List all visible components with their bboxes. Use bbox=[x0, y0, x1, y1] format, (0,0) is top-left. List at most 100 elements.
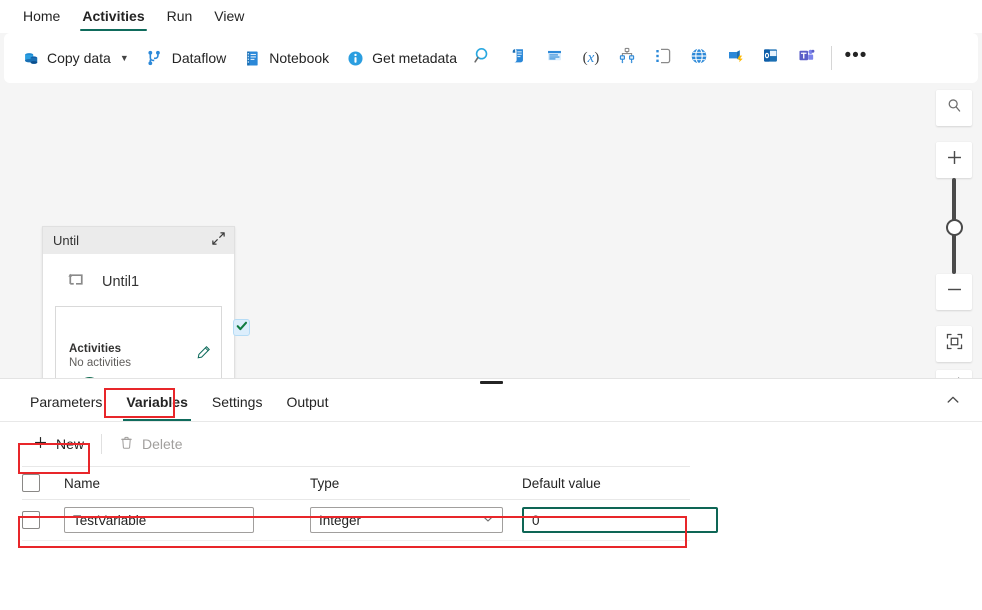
until-loop-icon bbox=[65, 268, 88, 296]
menu-item-activities[interactable]: Activities bbox=[71, 0, 155, 33]
toolbar-divider bbox=[831, 46, 832, 70]
collapse-diagonal-icon[interactable] bbox=[211, 231, 226, 251]
zoom-in-button[interactable] bbox=[936, 142, 972, 178]
toolbar-label-get-metadata: Get metadata bbox=[372, 50, 457, 66]
toolbar-button-lookup[interactable] bbox=[465, 41, 501, 75]
cell-variable-type: Integer bbox=[310, 507, 522, 533]
menu-item-view[interactable]: View bbox=[203, 0, 255, 33]
valid-check-icon bbox=[236, 319, 248, 337]
toolbar-button-web[interactable] bbox=[681, 41, 717, 75]
variable-default-value-input[interactable] bbox=[522, 507, 718, 533]
toolbar-button-dataflow[interactable]: Dataflow bbox=[137, 41, 234, 75]
variable-type-dropdown[interactable]: Integer bbox=[310, 507, 503, 533]
canvas-search-button[interactable] bbox=[936, 90, 972, 126]
variable-type-value: Integer bbox=[319, 513, 482, 528]
plus-icon bbox=[945, 148, 964, 172]
delete-variable-label: Delete bbox=[142, 436, 182, 452]
pencil-icon[interactable] bbox=[196, 345, 211, 365]
chevron-down-icon bbox=[482, 513, 494, 528]
column-header-default-value: Default value bbox=[522, 476, 732, 491]
activities-toolbar: Copy data ▼ Dataflow bbox=[4, 33, 978, 83]
until-activity-name: Until1 bbox=[102, 274, 139, 290]
panel-collapse-button[interactable] bbox=[938, 388, 968, 416]
ellipsis-icon: ••• bbox=[845, 46, 868, 71]
table-row: Integer bbox=[22, 500, 690, 541]
menu-bar: Home Activities Run View bbox=[0, 0, 982, 33]
magnifier-icon bbox=[946, 97, 963, 119]
toolbar-label-copy-data: Copy data bbox=[47, 50, 111, 66]
tab-output[interactable]: Output bbox=[274, 384, 340, 421]
toolbar-label-dataflow: Dataflow bbox=[172, 50, 226, 66]
select-all-checkbox[interactable] bbox=[22, 474, 40, 492]
cell-variable-name bbox=[64, 507, 310, 533]
zoom-slider[interactable] bbox=[936, 178, 972, 274]
menu-item-run[interactable]: Run bbox=[156, 0, 204, 33]
toolbar-button-notebook[interactable]: Notebook bbox=[234, 41, 337, 75]
variables-table-header: Name Type Default value bbox=[22, 466, 690, 500]
get-metadata-icon bbox=[345, 48, 365, 68]
switch-icon bbox=[617, 46, 637, 71]
column-header-type: Type bbox=[310, 476, 522, 491]
variable-name-input[interactable] bbox=[64, 507, 254, 533]
variables-command-bar: New Delete bbox=[0, 422, 982, 466]
toolbar-button-foreach[interactable] bbox=[645, 41, 681, 75]
teams-icon bbox=[797, 46, 816, 70]
toolbar-button-office-365-outlook[interactable] bbox=[753, 41, 789, 75]
notebook-icon bbox=[242, 48, 262, 68]
tab-variables[interactable]: Variables bbox=[114, 384, 200, 421]
stored-procedure-icon bbox=[545, 46, 564, 70]
delete-variable-button[interactable]: Delete bbox=[108, 430, 193, 459]
foreach-icon bbox=[653, 46, 673, 71]
toolbar-button-stored-procedure[interactable] bbox=[537, 41, 573, 75]
set-variable-fx-icon: (x) bbox=[583, 49, 600, 67]
toolbar-button-set-variable[interactable]: (x) bbox=[573, 41, 609, 75]
no-activities-label: No activities bbox=[69, 357, 131, 369]
menu-item-home[interactable]: Home bbox=[12, 0, 71, 33]
toolbar-label-notebook: Notebook bbox=[269, 50, 329, 66]
until-activity-row[interactable]: Until1 bbox=[53, 264, 224, 306]
until-container-card[interactable]: Until Un bbox=[42, 226, 235, 378]
toolbar-button-teams[interactable] bbox=[789, 41, 825, 75]
zoom-out-button[interactable] bbox=[936, 274, 972, 310]
tab-settings[interactable]: Settings bbox=[200, 384, 275, 421]
cell-default-value bbox=[522, 507, 732, 533]
panel-tab-bar: Parameters Variables Settings Output bbox=[0, 384, 982, 422]
toolbar-button-switch[interactable] bbox=[609, 41, 645, 75]
trash-icon bbox=[119, 435, 134, 453]
toolbar-button-webhook[interactable] bbox=[717, 41, 753, 75]
script-icon bbox=[509, 46, 528, 70]
select-all-cell bbox=[22, 474, 64, 492]
outlook-icon bbox=[761, 46, 780, 70]
new-variable-button[interactable]: New bbox=[22, 430, 95, 459]
canvas-zoom-controls bbox=[930, 90, 978, 378]
minus-icon bbox=[945, 280, 964, 304]
copy-data-icon bbox=[20, 48, 40, 68]
until-activities-dropzone[interactable]: Activities No activities bbox=[55, 306, 222, 378]
chevron-down-icon[interactable]: ▼ bbox=[120, 54, 129, 63]
activities-label: Activities bbox=[69, 343, 121, 355]
properties-panel: Parameters Variables Settings Output bbox=[0, 384, 982, 610]
pipeline-canvas[interactable]: Until Un bbox=[0, 85, 982, 378]
fit-screen-icon bbox=[945, 332, 964, 356]
webhook-icon bbox=[725, 46, 745, 71]
toolbar-overflow-button[interactable]: ••• bbox=[838, 41, 874, 75]
new-variable-label: New bbox=[56, 436, 84, 452]
fit-to-screen-button[interactable] bbox=[936, 326, 972, 362]
row-checkbox[interactable] bbox=[22, 511, 40, 529]
until-card-header: Until bbox=[43, 227, 234, 254]
auto-align-button[interactable] bbox=[936, 370, 972, 378]
plus-icon bbox=[33, 435, 48, 453]
until-card-header-label: Until bbox=[53, 233, 79, 248]
toolbar-button-get-metadata[interactable]: Get metadata bbox=[337, 41, 465, 75]
dataflow-icon bbox=[145, 48, 165, 68]
toolbar-button-copy-data[interactable]: Copy data ▼ bbox=[12, 41, 137, 75]
chevron-up-icon bbox=[946, 393, 960, 412]
tab-parameters[interactable]: Parameters bbox=[18, 384, 114, 421]
zoom-slider-handle[interactable] bbox=[946, 219, 963, 236]
lookup-search-icon bbox=[472, 45, 493, 71]
status-badge bbox=[233, 319, 250, 336]
toolbar-area: Copy data ▼ Dataflow bbox=[0, 33, 982, 85]
column-header-name: Name bbox=[64, 476, 310, 491]
toolbar-button-script[interactable] bbox=[501, 41, 537, 75]
variables-table: Name Type Default value Integer bbox=[22, 466, 690, 541]
